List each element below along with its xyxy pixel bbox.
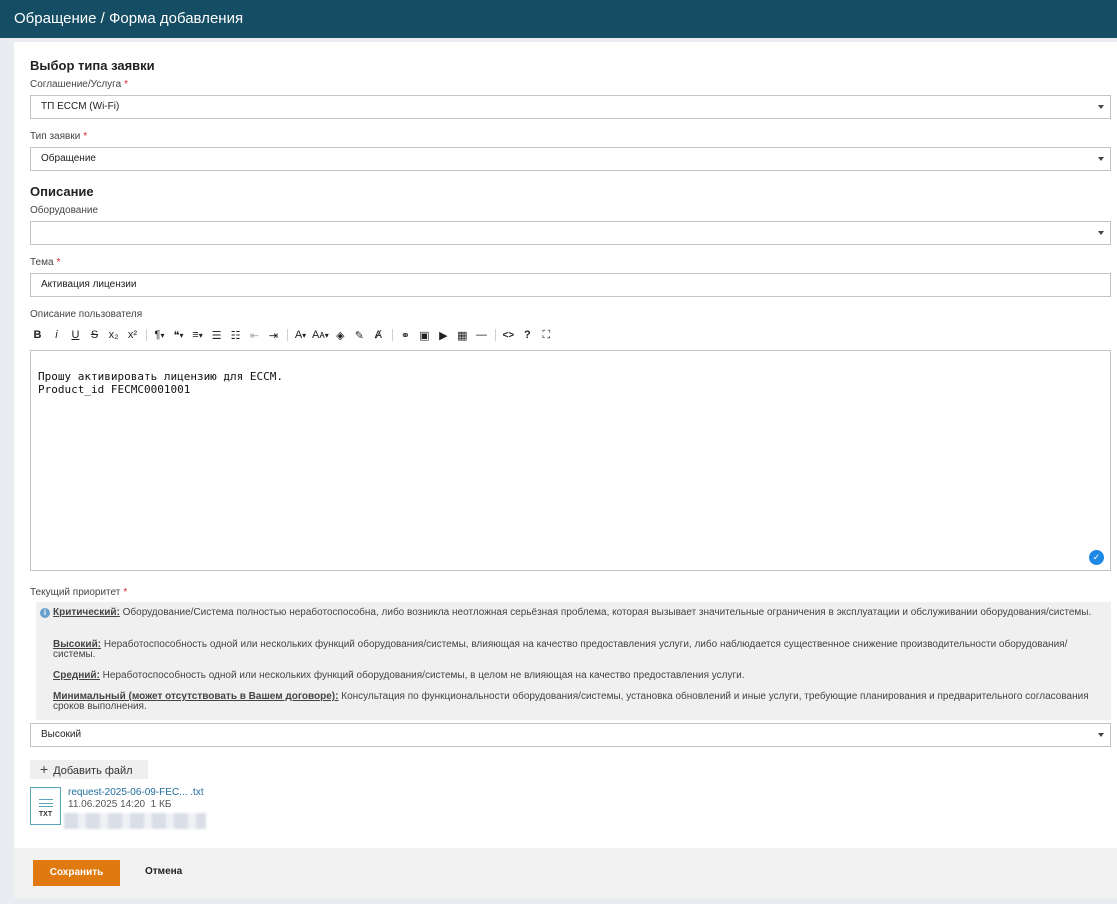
subject-label: Тема * (30, 257, 61, 268)
editor-toolbar: B i U S x₂ x² ¶ ▾ ❝ ▾ ≡ ▾ ☰ ☷ ⇤ ⇥ A ▾ Aᴀ ▾ ◈ … (30, 326, 558, 344)
editor-content: Прошу активировать лицензию для ECCM. Pro… (38, 370, 284, 396)
indent-button[interactable]: ⇥ (266, 327, 281, 343)
page-title: Обращение / Форма добавления (14, 10, 244, 27)
video-icon[interactable]: ▶ (436, 327, 451, 343)
request-type-label: Тип заявки * (30, 131, 88, 142)
priority-high: Высокий: Неработоспособность одной или н… (53, 639, 1068, 660)
agreement-label: Соглашение/Услуга * (30, 79, 129, 90)
toolbar-divider (391, 329, 393, 341)
subject-value: Активация лицензии (41, 279, 137, 290)
chevron-down-icon (1098, 733, 1104, 737)
check-circle-icon: ✓ (1089, 550, 1104, 565)
table-icon[interactable]: ▦ (455, 327, 470, 343)
priority-select[interactable]: Высокий (30, 723, 1111, 747)
highlight-icon[interactable]: ✎ (352, 327, 367, 343)
priority-medium: Средний: Неработоспособность одной или н… (53, 670, 745, 681)
page-header: Обращение / Форма добавления (0, 0, 1117, 38)
image-icon[interactable]: ▣ (417, 327, 432, 343)
help-icon[interactable]: ? (520, 327, 535, 343)
text-color-button[interactable]: A ▾ (293, 327, 308, 343)
bold-button[interactable]: B (30, 327, 45, 343)
subject-input[interactable]: Активация лицензии (30, 273, 1111, 297)
strikethrough-button[interactable]: S (87, 327, 102, 343)
plus-icon: + (40, 761, 49, 777)
equipment-label: Оборудование (30, 205, 99, 216)
toolbar-divider (494, 329, 496, 341)
clear-format-icon[interactable]: Ⱥ (371, 327, 386, 343)
file-extension: TXT (38, 811, 53, 818)
redacted-area (64, 813, 206, 829)
description-section-title: Описание (30, 184, 94, 199)
chevron-down-icon (1098, 157, 1104, 161)
user-description-editor[interactable]: Прошу активировать лицензию для ECCM. Pro… (30, 350, 1111, 571)
align-button[interactable]: ≡ ▾ (190, 327, 205, 343)
txt-file-icon: TXT (30, 787, 61, 825)
italic-button[interactable]: i (49, 327, 64, 343)
subscript-button[interactable]: x₂ (106, 327, 121, 343)
form-card: Выбор типа заявки Соглашение/Услуга * ТП … (14, 42, 1117, 898)
toolbar-divider (146, 329, 147, 341)
code-view-icon[interactable]: <> (501, 327, 516, 343)
priority-label: Текущий приоритет * (30, 587, 128, 598)
fullscreen-icon[interactable]: ⛶ (539, 327, 554, 343)
file-lines-icon (39, 799, 53, 807)
horizontal-rule-icon[interactable]: — (474, 327, 489, 343)
attachment-link[interactable]: request-2025-06-09-FEC... .txt (68, 787, 204, 798)
add-file-button[interactable]: + Добавить файл (30, 760, 148, 779)
priority-value: Высокий (41, 729, 82, 740)
fill-color-icon[interactable]: ◈ (333, 327, 348, 343)
ordered-list-button[interactable]: ☰ (209, 327, 224, 343)
paragraph-format-button[interactable]: ¶ ▾ (152, 327, 167, 343)
type-section-title: Выбор типа заявки (30, 58, 155, 73)
equipment-select[interactable] (30, 221, 1111, 245)
link-icon[interactable]: ⚭ (398, 327, 413, 343)
agreement-value: ТП ECCM (Wi-Fi) (41, 101, 120, 112)
request-type-select[interactable]: Обращение (30, 147, 1111, 171)
agreement-select[interactable]: ТП ECCM (Wi-Fi) (30, 95, 1111, 119)
priority-critical: Критический: Оборудование/Система полнос… (53, 607, 1092, 618)
priority-info-box: i Критический: Оборудование/Система полн… (36, 602, 1111, 720)
outdent-button[interactable]: ⇤ (247, 327, 262, 343)
info-icon: i (40, 608, 50, 618)
underline-button[interactable]: U (68, 327, 83, 343)
form-footer: Сохранить Отмена (14, 848, 1117, 898)
unordered-list-button[interactable]: ☷ (228, 327, 243, 343)
add-file-label: Добавить файл (53, 765, 133, 777)
user-description-label: Описание пользователя (30, 309, 143, 320)
toolbar-divider (287, 329, 288, 341)
chevron-down-icon (1098, 105, 1104, 109)
priority-minimal: Минимальный (может отсутствовать в Вашем… (53, 691, 1089, 712)
request-type-value: Обращение (41, 153, 96, 164)
save-button[interactable]: Сохранить (33, 860, 120, 886)
chevron-down-icon (1098, 231, 1104, 235)
superscript-button[interactable]: x² (125, 327, 140, 343)
quote-button[interactable]: ❝ ▾ (171, 327, 186, 343)
attachment-meta: 11.06.2025 14:20 1 КБ (68, 799, 172, 810)
font-size-button[interactable]: Aᴀ ▾ (312, 327, 329, 343)
cancel-button[interactable]: Отмена (145, 866, 182, 877)
